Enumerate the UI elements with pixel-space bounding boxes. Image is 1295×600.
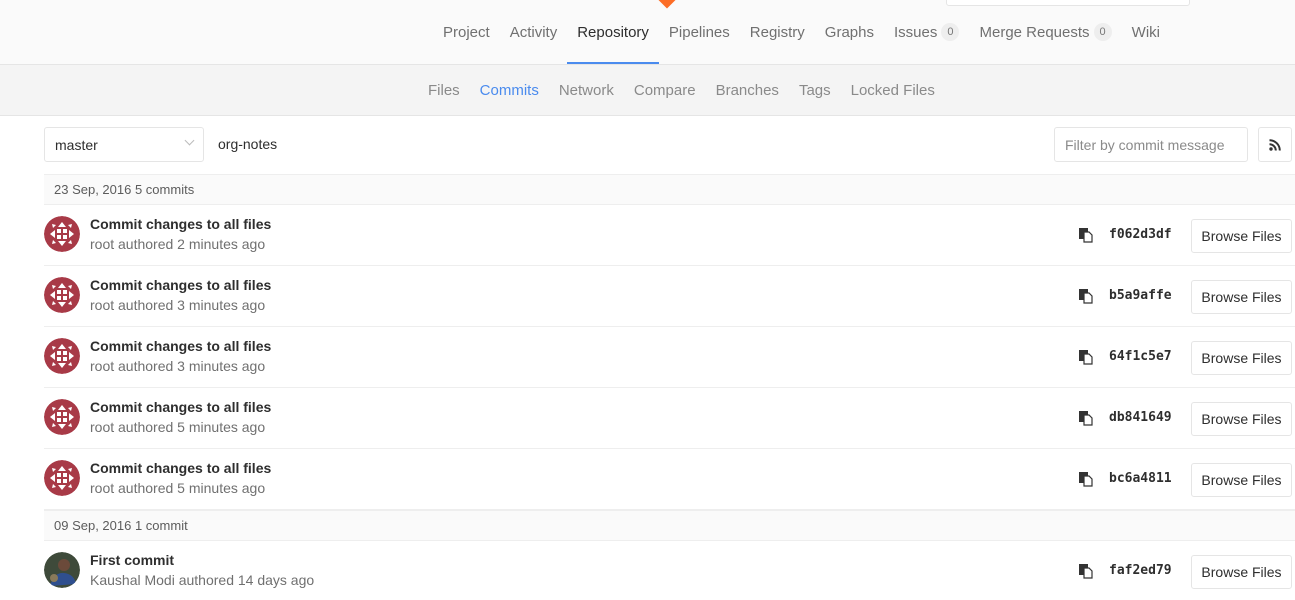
branch-dropdown[interactable]: master <box>44 127 204 162</box>
tab-activity[interactable]: Activity <box>500 0 568 64</box>
browse-files-button[interactable]: Browse Files <box>1191 555 1292 589</box>
commit-row: Commit changes to all files root authored… <box>44 205 1295 266</box>
tab-repository[interactable]: Repository <box>567 0 659 64</box>
commit-row: Commit changes to all files root authored… <box>44 388 1295 449</box>
commit-row: First commit Kaushal Modi authored 14 day… <box>44 541 1295 600</box>
project-path: org-notes <box>218 136 278 152</box>
copy-sha-icon[interactable] <box>1078 227 1094 243</box>
commit-sha-link[interactable]: f062d3df <box>1109 227 1172 242</box>
rss-feed-button[interactable] <box>1258 127 1292 162</box>
tab-label: Project <box>443 23 490 41</box>
repository-subnav: Files Commits Network Compare Branches Tags Lo… <box>0 65 1295 116</box>
day-header: 23 Sep, 2016 5 commits <box>44 174 1295 205</box>
commit-sha-link[interactable]: bc6a4811 <box>1109 471 1172 486</box>
commit-row: Commit changes to all files root authored… <box>44 449 1295 510</box>
commit-author-meta: Kaushal Modi authored 14 days ago <box>90 572 315 588</box>
browse-files-button[interactable]: Browse Files <box>1191 219 1292 253</box>
tab-label: Registry <box>749 23 805 41</box>
filter-commits-input[interactable] <box>1054 127 1248 162</box>
commit-author-meta: root authored 3 minutes ago <box>90 297 266 313</box>
tab-pipelines[interactable]: Pipelines <box>659 0 740 64</box>
commit-title-link[interactable]: Commit changes to all files <box>90 277 271 293</box>
commit-sha-link[interactable]: db841649 <box>1109 410 1172 425</box>
commit-author-meta: root authored 3 minutes ago <box>90 358 266 374</box>
commit-sha-link[interactable]: b5a9affe <box>1109 288 1172 303</box>
subtab-commits[interactable]: Commits <box>470 65 549 115</box>
tab-label: Merge Requests <box>979 23 1090 41</box>
subtab-network[interactable]: Network <box>549 65 624 115</box>
tab-merge-requests[interactable]: Merge Requests 0 <box>969 0 1121 64</box>
commit-row: Commit changes to all files root authored… <box>44 327 1295 388</box>
commit-title-link[interactable]: Commit changes to all files <box>90 399 271 415</box>
copy-sha-icon[interactable] <box>1078 410 1094 426</box>
browse-files-button[interactable]: Browse Files <box>1191 402 1292 436</box>
tab-label: Pipelines <box>668 23 730 41</box>
commit-title-link[interactable]: Commit changes to all files <box>90 216 271 232</box>
subtab-locked-files[interactable]: Locked Files <box>841 65 945 115</box>
project-tabs: Project Activity Repository Pipelines Regist… <box>433 0 1170 64</box>
tab-registry[interactable]: Registry <box>740 0 815 64</box>
copy-sha-icon[interactable] <box>1078 563 1094 579</box>
commit-title-link[interactable]: First commit <box>90 552 174 568</box>
tab-label: Activity <box>509 23 558 41</box>
commit-title-link[interactable]: Commit changes to all files <box>90 338 271 354</box>
author-avatar[interactable] <box>44 277 80 313</box>
author-avatar[interactable] <box>44 338 80 374</box>
browse-files-button[interactable]: Browse Files <box>1191 463 1292 497</box>
repository-tabs: Files Commits Network Compare Branches Tags Lo… <box>418 65 945 115</box>
subtab-tags[interactable]: Tags <box>789 65 841 115</box>
browse-files-button[interactable]: Browse Files <box>1191 280 1292 314</box>
day-header: 09 Sep, 2016 1 commit <box>44 510 1295 541</box>
copy-sha-icon[interactable] <box>1078 288 1094 304</box>
commit-author-meta: root authored 5 minutes ago <box>90 419 266 435</box>
tab-issues[interactable]: Issues 0 <box>884 0 969 64</box>
author-avatar[interactable] <box>44 399 80 435</box>
subtab-compare[interactable]: Compare <box>624 65 706 115</box>
commit-author-meta: root authored 5 minutes ago <box>90 480 266 496</box>
commit-author-meta: root authored 2 minutes ago <box>90 236 266 252</box>
tab-label: Repository <box>577 23 649 41</box>
subtab-files[interactable]: Files <box>418 65 470 115</box>
tab-label: Graphs <box>824 23 874 41</box>
top-nav: Project Activity Repository Pipelines Regist… <box>0 0 1295 65</box>
tab-label: Issues <box>894 23 938 41</box>
subtab-branches[interactable]: Branches <box>706 65 789 115</box>
browse-files-button[interactable]: Browse Files <box>1191 341 1292 375</box>
copy-sha-icon[interactable] <box>1078 349 1094 365</box>
author-avatar[interactable] <box>44 216 80 252</box>
commit-row: Commit changes to all files root authored… <box>44 266 1295 327</box>
count-badge: 0 <box>941 23 960 41</box>
rss-icon <box>1269 138 1281 151</box>
branch-dropdown-value: master <box>55 136 98 153</box>
author-avatar[interactable] <box>44 460 80 496</box>
count-badge: 0 <box>1093 23 1112 41</box>
commit-title-link[interactable]: Commit changes to all files <box>90 460 271 476</box>
chevron-down-icon <box>184 135 195 146</box>
commit-sha-link[interactable]: faf2ed79 <box>1109 563 1172 578</box>
copy-sha-icon[interactable] <box>1078 471 1094 487</box>
tab-project[interactable]: Project <box>433 0 500 64</box>
commit-sha-link[interactable]: 64f1c5e7 <box>1109 349 1172 364</box>
tab-graphs[interactable]: Graphs <box>815 0 884 64</box>
tab-label: Wiki <box>1131 23 1160 41</box>
tab-wiki[interactable]: Wiki <box>1122 0 1170 64</box>
author-avatar[interactable] <box>44 552 80 588</box>
